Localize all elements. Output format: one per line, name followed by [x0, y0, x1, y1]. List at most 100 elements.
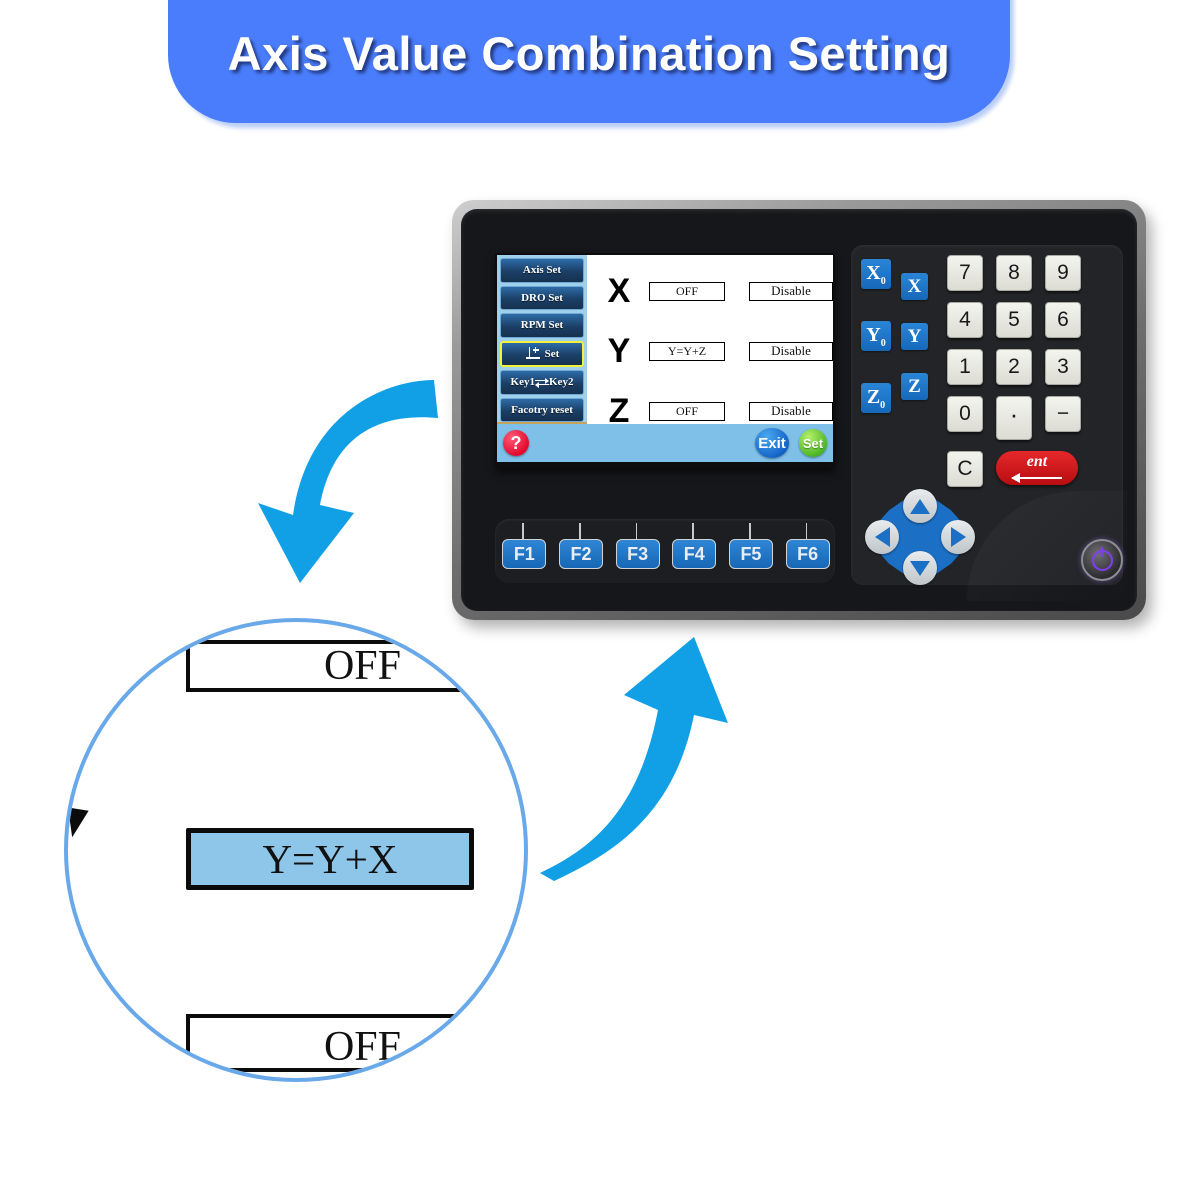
arrow-up-icon[interactable]	[903, 489, 937, 523]
numpad-key-0[interactable]: 0	[947, 396, 983, 432]
numpad-key-4[interactable]: 4	[947, 302, 983, 338]
axis-key-letter: X	[866, 262, 881, 284]
sidebar-item-rpm-set[interactable]: RPM Set	[500, 313, 584, 338]
numpad-key-5[interactable]: 5	[996, 302, 1032, 338]
arrow-down-icon[interactable]	[903, 551, 937, 585]
fkey-stem	[635, 523, 638, 539]
numpad-key-8[interactable]: 8	[996, 255, 1032, 291]
numeric-keypad: 7 8 9 4 5 6 1 2 3 0 · − C ent	[947, 255, 1109, 498]
axis-combination-field-z[interactable]: OFF	[649, 401, 725, 421]
enter-arrow-icon	[1011, 473, 1062, 482]
axis-combination-field-y[interactable]: Y=Y+Z	[649, 341, 725, 361]
navigation-dpad	[865, 489, 975, 585]
magnifier-callout: OFF Y=Y+X OFF	[64, 618, 528, 1082]
axis-key-group: X0 X Y0 Y Z0 Z	[861, 259, 939, 419]
function-key-f4[interactable]: F4	[672, 539, 717, 569]
sidebar-item-dro-set[interactable]: DRO Set	[500, 285, 584, 310]
numpad-key-decimal[interactable]: ·	[996, 396, 1032, 440]
numpad-key-7[interactable]: 7	[947, 255, 983, 291]
axis-key-letter: Y	[907, 326, 922, 348]
lcd-screen: Axis Set DRO Set RPM Set Set Key1 Key2 F…	[497, 255, 833, 462]
sidebar-item-axis-set[interactable]: Axis Set	[500, 258, 584, 283]
fkey-stem	[578, 523, 581, 539]
axis-key-sub: 0	[880, 400, 886, 411]
enter-key-label: ent	[1026, 453, 1048, 470]
screen-sidebar-menu: Axis Set DRO Set RPM Set Set Key1 Key2 F…	[497, 255, 587, 424]
axis-state-field-x[interactable]: Disable	[749, 281, 833, 301]
numpad-row: 7 8 9	[947, 255, 1109, 291]
curved-arrow-up-right-icon	[540, 637, 728, 881]
numpad-row: C ent	[947, 451, 1109, 487]
swap-arrows-icon	[535, 377, 549, 388]
device-front-panel: Axis Set DRO Set RPM Set Set Key1 Key2 F…	[461, 209, 1137, 611]
sidebar-item-label-left: Key1	[510, 376, 535, 389]
axis-key-letter: Z	[866, 386, 881, 408]
selection-marker-icon	[68, 804, 92, 838]
axis-label-x: X	[607, 272, 631, 310]
axis-state-field-y[interactable]: Disable	[749, 341, 833, 361]
page-title: Axis Value Combination Setting	[227, 27, 951, 80]
axis-combination-field-x[interactable]: OFF	[649, 281, 725, 301]
magnified-value-bottom: OFF	[323, 1024, 402, 1070]
sidebar-item-label: RPM Set	[520, 319, 564, 332]
exit-button[interactable]: Exit	[755, 428, 789, 458]
axis-key-z[interactable]: Z	[901, 373, 928, 400]
screen-bezel: Axis Set DRO Set RPM Set Set Key1 Key2 F…	[495, 253, 835, 468]
axis-key-sub: 0	[880, 276, 886, 287]
numpad-row: 4 5 6	[947, 302, 1109, 338]
axis-label-y: Y	[607, 332, 631, 370]
axis-state-field-z[interactable]: Disable	[749, 401, 833, 421]
function-key-f1[interactable]: F1	[502, 539, 547, 569]
numpad-row: 1 2 3	[947, 349, 1109, 385]
power-icon	[1091, 549, 1113, 571]
fkey-stem	[692, 523, 694, 539]
sidebar-item-key1-key2[interactable]: Key1 Key2	[500, 370, 584, 395]
screen-body: Axis Set DRO Set RPM Set Set Key1 Key2 F…	[497, 255, 833, 428]
axis-key-y[interactable]: Y	[901, 323, 928, 350]
axis-zero-key-x[interactable]: X0	[861, 259, 891, 289]
numpad-key-clear[interactable]: C	[947, 451, 983, 487]
power-button[interactable]	[1081, 539, 1123, 581]
sidebar-item-axis-combination-set[interactable]: Set	[500, 340, 584, 367]
function-key-f2[interactable]: F2	[558, 539, 603, 569]
function-key-bar: F1 F2 F3 F4 F5 F6	[495, 519, 835, 583]
function-key-cell: F1	[501, 523, 547, 579]
numpad-key-1[interactable]: 1	[947, 349, 983, 385]
numpad-key-6[interactable]: 6	[1045, 302, 1081, 338]
sidebar-item-label: DRO Set	[521, 291, 563, 304]
set-button[interactable]: Set	[799, 429, 827, 457]
axis-key-letter: X	[907, 276, 922, 298]
fkey-stem	[522, 523, 524, 539]
function-key-f3[interactable]: F3	[615, 539, 660, 569]
axis-key-letter: Z	[908, 376, 921, 398]
numpad-key-minus[interactable]: −	[1045, 396, 1081, 432]
arrow-right-icon[interactable]	[941, 520, 975, 554]
sidebar-item-label: Axis Set	[522, 264, 562, 277]
axis-key-sub: 0	[880, 338, 886, 349]
axis-plus-icon	[525, 346, 541, 361]
fkey-stem	[805, 523, 808, 539]
sidebar-item-factory-reset[interactable]: Facotry reset	[500, 397, 584, 422]
function-key-cell: F6	[785, 523, 830, 579]
magnified-value-highlighted: Y=Y+X	[262, 836, 398, 882]
enter-key[interactable]: ent	[996, 451, 1078, 485]
axis-key-letter: Y	[866, 324, 881, 346]
function-key-cell: F5	[728, 523, 773, 579]
function-key-cell: F3	[615, 523, 660, 579]
axis-settings-list: X OFF Disable Y Y=Y+Z Disable Z OFF Disa…	[587, 255, 833, 428]
magnified-field-highlighted: Y=Y+X	[186, 828, 474, 890]
numpad-key-3[interactable]: 3	[1045, 349, 1081, 385]
numpad-key-2[interactable]: 2	[996, 349, 1032, 385]
magnified-value-top: OFF	[323, 643, 402, 689]
function-key-f5[interactable]: F5	[728, 539, 773, 569]
function-key-f6[interactable]: F6	[785, 539, 830, 569]
axis-zero-key-y[interactable]: Y0	[861, 321, 891, 351]
help-icon[interactable]: ?	[503, 430, 529, 456]
arrow-left-icon[interactable]	[865, 520, 899, 554]
axis-zero-key-z[interactable]: Z0	[861, 383, 891, 413]
numpad-key-9[interactable]: 9	[1045, 255, 1081, 291]
sidebar-item-label: Set	[544, 347, 560, 360]
curved-arrow-down-left-icon	[258, 380, 438, 583]
axis-key-x[interactable]: X	[901, 273, 928, 300]
axis-row-y: Y Y=Y+Z Disable	[599, 327, 833, 375]
